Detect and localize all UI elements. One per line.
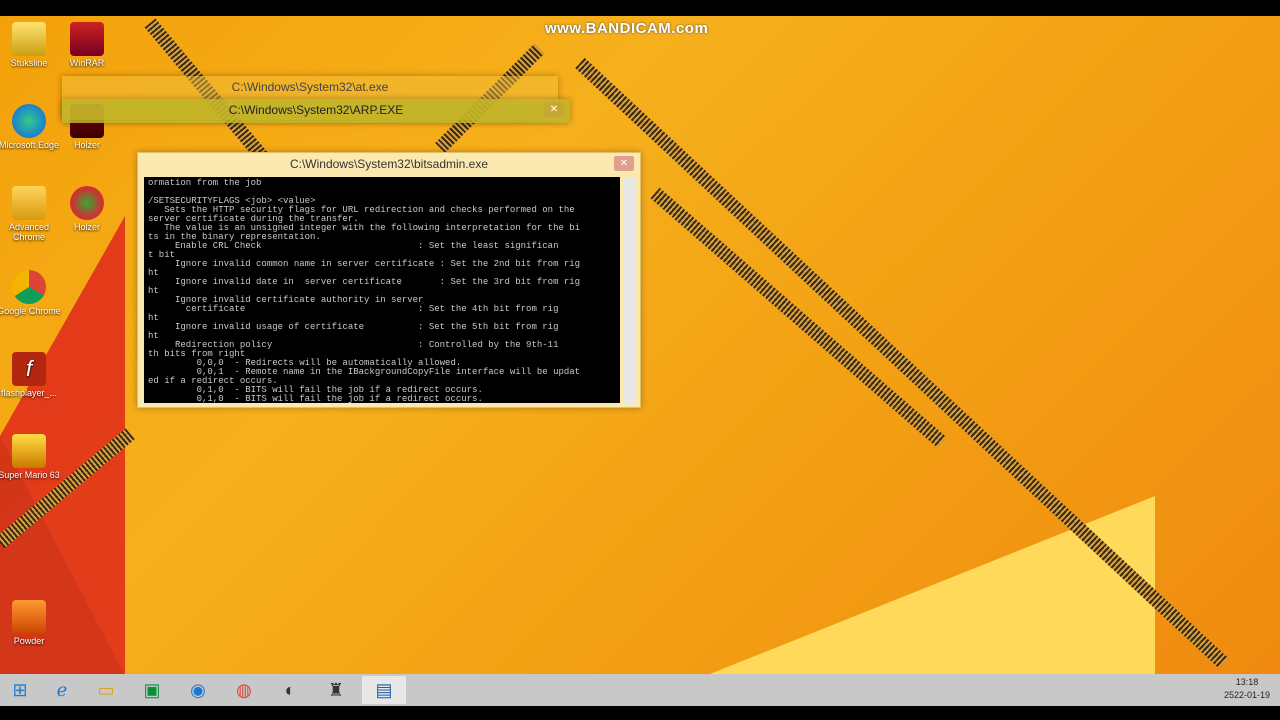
taskbar: ⊞ ℯ ▭ ▣ ◉ ◍ ◐ ♜ ▤ 13:18 2522-01-19	[0, 674, 1280, 706]
desktop-icon-label: Holzer	[73, 222, 100, 232]
desktop-icon-label: Stuksline	[10, 58, 48, 68]
console-line: 0,1,0 - BITS will fail the job if a redi…	[148, 394, 483, 404]
desktop-icon-label: WinRAR	[69, 58, 105, 68]
start-button[interactable]: ⊞	[0, 676, 40, 704]
desktop-icon-holzer-2[interactable]: Holzer	[52, 186, 122, 232]
system-tray[interactable]: 13:18 2522-01-19	[1224, 676, 1270, 702]
flash-icon: f	[12, 352, 46, 386]
app-button[interactable]: ♜	[316, 676, 356, 704]
close-button[interactable]: ✕	[544, 102, 564, 117]
powder-icon	[12, 600, 46, 634]
window-arp[interactable]: C:\Windows\System32\ARP.EXE ✕	[62, 99, 570, 123]
console-line: ormation from the job	[148, 178, 262, 188]
desktop-icon-winrar[interactable]: WinRAR	[52, 22, 122, 68]
edge-icon	[12, 104, 46, 138]
window-title: C:\Windows\System32\at.exe	[231, 80, 389, 94]
desktop-icon-label: Powder	[13, 636, 45, 646]
desktop: www.BANDICAM.com Stuksline WinRAR Micros…	[0, 16, 1280, 674]
file-explorer-button[interactable]: ▭	[86, 676, 126, 704]
chrome-button[interactable]: ◍	[224, 676, 264, 704]
desktop-icon-label: flashplayer_...	[0, 388, 58, 398]
window-bitsadmin[interactable]: C:\Windows\System32\bitsadmin.exe ✕ orma…	[137, 152, 641, 408]
desktop-icon-google-chrome[interactable]: Google Chrome	[0, 270, 64, 316]
clock-time: 13:18	[1235, 677, 1259, 687]
console-line: certificate : Set the 4th bit from rig	[148, 304, 559, 314]
edge-button[interactable]: ◉	[178, 676, 218, 704]
bandicam-watermark: www.BANDICAM.com	[545, 20, 709, 37]
desktop-icon-label: Advanced Chrome	[8, 222, 50, 242]
winrar-icon	[70, 22, 104, 56]
console-output[interactable]: ormation from the job /SETSECURITYFLAGS …	[144, 177, 620, 403]
desktop-icon-label: Holzer	[73, 140, 100, 150]
mario-icon	[12, 434, 46, 468]
scrollbar[interactable]	[623, 177, 635, 403]
desktop-icon-label: Super Mario 63	[0, 470, 60, 480]
console-line: Ignore invalid usage of certificate : Se…	[148, 322, 559, 332]
desktop-icon-super-mario[interactable]: Super Mario 63	[0, 434, 64, 480]
window-title: C:\Windows\System32\bitsadmin.exe ✕	[138, 153, 640, 175]
window-title: C:\Windows\System32\ARP.EXE	[228, 103, 404, 117]
window-title-text: C:\Windows\System32\bitsadmin.exe	[289, 157, 489, 171]
close-button[interactable]: ✕	[614, 156, 634, 171]
internet-explorer-button[interactable]: ℯ	[42, 676, 82, 704]
desktop-icon-label: Microsoft Edge	[0, 140, 60, 150]
holzer-icon	[70, 186, 104, 220]
raccoon-button[interactable]: ◐	[270, 676, 310, 704]
console-line: Ignore invalid common name in server cer…	[148, 259, 581, 269]
console-window-button[interactable]: ▤	[362, 676, 406, 704]
console-line: Ignore invalid date in server certificat…	[148, 277, 581, 287]
glitch-stripe	[650, 187, 947, 448]
desktop-icon-flashplayer[interactable]: f flashplayer_...	[0, 352, 64, 398]
desktop-icon-powder[interactable]: Powder	[0, 600, 64, 646]
store-button[interactable]: ▣	[132, 676, 172, 704]
recycle-bin-icon	[12, 22, 46, 56]
chrome-icon	[12, 270, 46, 304]
console-line: Enable CRL Check : Set the least signifi…	[148, 241, 559, 251]
folder-icon	[12, 186, 46, 220]
desktop-icon-label: Google Chrome	[0, 306, 61, 316]
clock-date: 2522-01-19	[1223, 690, 1270, 700]
